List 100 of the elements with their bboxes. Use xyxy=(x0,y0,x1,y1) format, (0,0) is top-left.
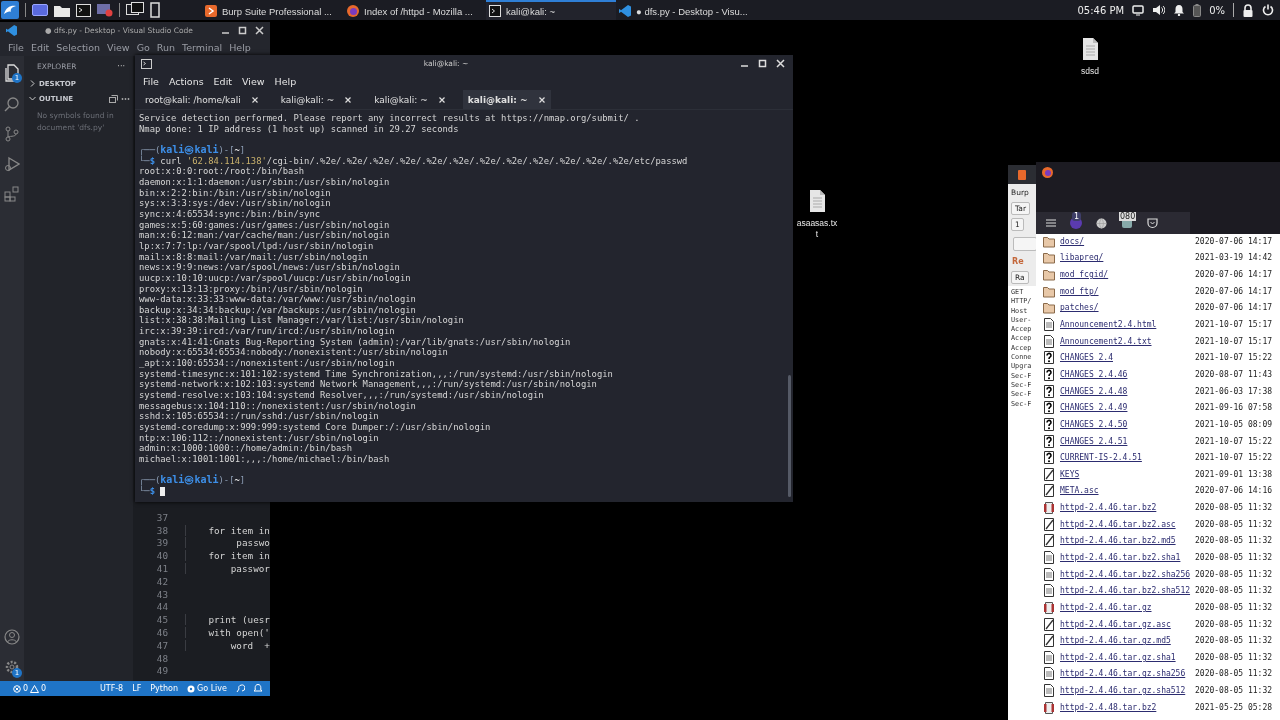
file-link[interactable]: httpd-2.4.46.tar.gz xyxy=(1060,602,1195,612)
file-link[interactable]: Announcement2.4.html xyxy=(1060,320,1195,329)
menu-item[interactable]: Run xyxy=(156,41,176,53)
file-link[interactable]: docs/ xyxy=(1060,236,1195,246)
taskbar-window-button[interactable]: Burp Suite Professional ... xyxy=(202,0,344,20)
menu-item[interactable]: Help xyxy=(229,41,251,53)
file-link[interactable]: META.asc xyxy=(1060,486,1195,496)
prompt-line: ┌──(kali㉿kali)-[~] xyxy=(139,475,246,486)
file-name[interactable]: asaasas.txt xyxy=(796,218,838,240)
terminal-tab[interactable]: kali@kali: ~ xyxy=(369,90,451,109)
address-field[interactable] xyxy=(1190,212,1280,234)
menu-item[interactable]: File xyxy=(143,75,159,87)
file-link[interactable]: httpd-2.4.46.tar.bz2.asc xyxy=(1060,519,1195,529)
terminal-tab[interactable]: root@kali: /home/kali xyxy=(140,90,264,109)
extensions-icon[interactable] xyxy=(4,186,20,202)
close-icon[interactable] xyxy=(251,96,258,103)
account-icon[interactable] xyxy=(4,629,20,645)
lock-icon[interactable] xyxy=(1242,3,1254,17)
file-link[interactable]: CHANGES_2.4 xyxy=(1060,353,1195,363)
file-link[interactable]: httpd-2.4.46.tar.gz.sha512 xyxy=(1060,686,1195,696)
file-link[interactable]: CURRENT-IS-2.4.51 xyxy=(1060,453,1195,463)
terminal-icon[interactable] xyxy=(76,3,91,17)
maximize-icon[interactable] xyxy=(238,25,247,35)
terminal-tab[interactable]: kali@kali: ~ xyxy=(462,90,551,109)
document-icon xyxy=(1043,584,1055,598)
bell-icon[interactable] xyxy=(1173,4,1186,16)
file-link[interactable]: Announcement2.4.txt xyxy=(1060,336,1195,346)
workspace-icon[interactable] xyxy=(126,2,144,18)
settings-icon[interactable] xyxy=(4,659,20,675)
file-link[interactable]: httpd-2.4.46.tar.bz2 xyxy=(1060,503,1195,513)
terminal-line: daemon:x:1:1:daemon:/usr/sbin:/usr/sbin/nologin xyxy=(139,176,391,188)
collapse-all-icon[interactable] xyxy=(109,94,118,103)
close-icon[interactable] xyxy=(255,25,264,35)
status-item[interactable]: LF xyxy=(132,684,142,693)
feedback-icon[interactable] xyxy=(236,684,245,693)
scrollbar[interactable] xyxy=(788,375,791,497)
display-icon[interactable] xyxy=(1132,4,1145,16)
screen-icon[interactable] xyxy=(97,3,113,17)
menu-item[interactable]: Actions xyxy=(168,75,204,87)
menu-item[interactable]: Terminal xyxy=(182,41,223,53)
close-icon[interactable] xyxy=(776,59,785,68)
file-link[interactable]: httpd-2.4.46.tar.bz2.sha1 xyxy=(1060,553,1195,562)
file-link[interactable]: CHANGES_2.4.48 xyxy=(1060,386,1195,396)
menu-item[interactable]: View xyxy=(107,41,130,53)
menu-icon[interactable] xyxy=(1046,219,1056,227)
branch-icon[interactable] xyxy=(4,126,20,142)
file-link[interactable]: httpd-2.4.46.tar.gz.sha1 xyxy=(1060,652,1195,662)
taskbar-window-button[interactable]: Index of /httpd - Mozilla ... xyxy=(344,0,486,20)
globe-icon[interactable] xyxy=(1096,217,1107,229)
search-icon[interactable] xyxy=(4,96,20,112)
file-link[interactable]: CHANGES_2.4.46 xyxy=(1060,369,1195,379)
file-link[interactable]: CHANGES_2.4.50 xyxy=(1060,419,1195,429)
menu-item[interactable]: Help xyxy=(274,75,297,87)
pen-file-icon xyxy=(1043,634,1055,648)
status-item[interactable]: Python xyxy=(150,684,178,693)
file-link[interactable]: httpd-2.4.46.tar.bz2.md5 xyxy=(1060,536,1195,546)
files-icon[interactable] xyxy=(4,64,20,82)
file-link[interactable]: httpd-2.4.46.tar.bz2.sha256 xyxy=(1060,569,1195,579)
pocket-icon[interactable] xyxy=(1147,217,1158,229)
menu-item[interactable]: Go xyxy=(136,41,150,53)
file-link[interactable]: patches/ xyxy=(1060,303,1195,313)
close-icon[interactable] xyxy=(438,96,445,103)
menu-item[interactable]: File xyxy=(8,41,24,53)
close-icon[interactable] xyxy=(538,96,545,103)
workspace-icon[interactable] xyxy=(150,2,160,18)
menu-item[interactable]: Edit xyxy=(213,75,232,87)
modified-date: 2021-05-25 05:28 xyxy=(1195,702,1273,712)
power-icon[interactable] xyxy=(1262,4,1274,16)
file-link[interactable]: mod_fcgid/ xyxy=(1060,270,1195,280)
status-item[interactable]: Go Live xyxy=(187,684,227,693)
file-link[interactable]: httpd-2.4.46.tar.gz.asc xyxy=(1060,619,1195,629)
taskbar-window-button[interactable]: ● dfs.py - Desktop - Visu... xyxy=(616,0,766,20)
problems-indicator[interactable]: 0 0 xyxy=(13,684,47,693)
file-link[interactable]: CHANGES_2.4.49 xyxy=(1060,403,1195,413)
file-link[interactable]: httpd-2.4.46.tar.bz2.sha512 xyxy=(1060,586,1195,596)
file-link[interactable]: KEYS xyxy=(1060,469,1195,479)
menu-item[interactable]: Selection xyxy=(56,41,101,53)
file-link[interactable]: httpd-2.4.46.tar.gz.md5 xyxy=(1060,636,1195,646)
file-name[interactable]: sdsd xyxy=(1069,66,1111,77)
file-link[interactable]: CHANGES_2.4.51 xyxy=(1060,436,1195,446)
close-icon[interactable] xyxy=(345,96,352,103)
taskbar-window-button[interactable]: kali@kali: ~ xyxy=(486,0,616,20)
file-link[interactable]: libapreq/ xyxy=(1060,253,1195,263)
menu-item[interactable]: Edit xyxy=(30,41,50,53)
more-button[interactable]: ··· xyxy=(117,61,125,71)
file-link[interactable]: httpd-2.4.46.tar.gz.sha256 xyxy=(1060,669,1195,679)
file-link[interactable]: httpd-2.4.48.tar.bz2 xyxy=(1060,702,1195,712)
file-link[interactable]: mod_ftp/ xyxy=(1060,286,1195,296)
folder-icon[interactable] xyxy=(54,3,70,17)
status-item[interactable]: UTF-8 xyxy=(99,684,124,693)
dragon-icon[interactable] xyxy=(1,1,19,19)
battery-icon[interactable] xyxy=(1193,3,1202,17)
modified-date: 2020-08-05 11:32 xyxy=(1195,536,1273,546)
maximize-icon[interactable] xyxy=(758,59,767,68)
menu-item[interactable]: View xyxy=(242,75,265,87)
terminal-tab[interactable]: kali@kali: ~ xyxy=(275,90,358,109)
run-debug-icon[interactable] xyxy=(4,156,20,172)
speaker-icon[interactable] xyxy=(1152,4,1166,16)
file-icon[interactable] xyxy=(808,190,826,212)
file-icon[interactable] xyxy=(1081,38,1099,60)
